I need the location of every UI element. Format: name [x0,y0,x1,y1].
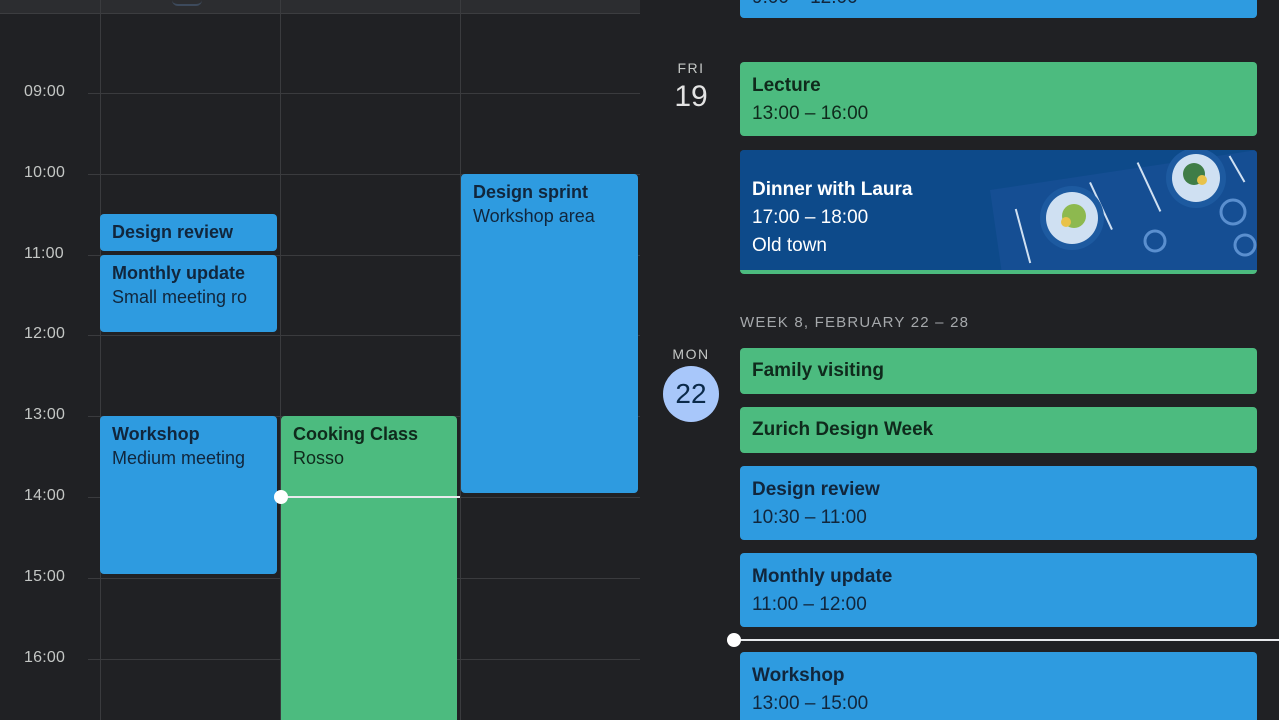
event-title: Zurich Design Week [752,419,934,440]
event-card-lecture[interactable]: Lecture 13:00 – 16:00 [740,62,1257,136]
current-time-line [281,496,460,498]
today-badge: 22 [663,366,719,422]
event-time: 9:00 – 12:00 [752,0,1245,12]
hour-label: 10:00 [24,164,66,181]
event-location: Small meeting ro [112,287,248,307]
event-card-workshop[interactable]: Workshop 13:00 – 15:00 [740,652,1257,720]
event-time: 17:00 – 18:00 [752,207,869,228]
event-time: 13:00 – 15:00 [752,693,869,714]
hour-label: 14:00 [24,487,66,504]
event-title: Family visiting [752,360,884,381]
event-title: Dinner with Laura [752,179,913,200]
event-workshop[interactable]: Workshop Medium meeting [100,416,277,574]
event-title: Design sprint [473,182,589,202]
event-title: Monthly update [752,566,893,587]
event-cooking-class[interactable]: Cooking Class Rosso [281,416,457,720]
event-card-family-visiting[interactable]: Family visiting [740,348,1257,394]
event-location: Old town [752,235,827,256]
day-number: 19 [674,80,708,113]
hour-label: 11:00 [24,245,64,262]
event-card-monthly-update[interactable]: Monthly update 11:00 – 12:00 [740,553,1257,627]
event-title: Workshop [112,424,200,444]
event-title: Design review [112,222,234,242]
event-title: Design review [752,479,880,500]
event-card-partial[interactable]: 9:00 – 12:00 [740,0,1257,18]
header-indicator [172,0,202,6]
day-header-fri[interactable]: FRI 19 [640,60,742,114]
week-range-label: WEEK 8, FEBRUARY 22 – 28 [740,314,970,331]
schedule-view: 9:00 – 12:00 FRI 19 Lecture 13:00 – 16:0… [640,0,1279,720]
event-design-review[interactable]: Design review [100,214,277,251]
event-time: 13:00 – 16:00 [752,103,869,124]
current-time-dot [274,490,288,504]
event-card-dinner[interactable]: Dinner with Laura 17:00 – 18:00 Old town [740,150,1257,274]
current-time-line [734,639,1279,641]
event-location: Workshop area [473,206,595,226]
event-design-sprint[interactable]: Design sprint Workshop area [461,174,638,493]
event-time: 11:00 – 12:00 [752,594,867,615]
event-monthly-update[interactable]: Monthly update Small meeting ro [100,255,277,332]
event-title: Lecture [752,75,821,96]
hour-label: 15:00 [24,568,66,585]
weekday-label: FRI [677,60,705,76]
current-time-dot [727,633,741,647]
day-header-mon[interactable]: MON 22 [640,346,742,422]
event-location: Medium meeting [112,448,246,468]
event-time: 10:30 – 11:00 [752,507,867,528]
event-card-zurich-design-week[interactable]: Zurich Design Week [740,407,1257,453]
hour-gridline [88,93,640,94]
day-column-divider [100,0,101,720]
event-card-design-review[interactable]: Design review 10:30 – 11:00 [740,466,1257,540]
event-location: Rosso [293,448,345,468]
grid-header-strip [0,0,640,14]
hour-label: 13:00 [24,406,66,423]
event-title: Monthly update [112,263,245,283]
weekday-label: MON [672,346,710,362]
event-title: Workshop [752,665,845,686]
hour-label: 12:00 [24,325,66,342]
hour-label: 09:00 [24,83,66,100]
week-grid-view: 09:00 10:00 11:00 12:00 13:00 14:00 15:0… [0,0,640,720]
event-title: Cooking Class [293,424,419,444]
hour-label: 16:00 [24,649,66,666]
